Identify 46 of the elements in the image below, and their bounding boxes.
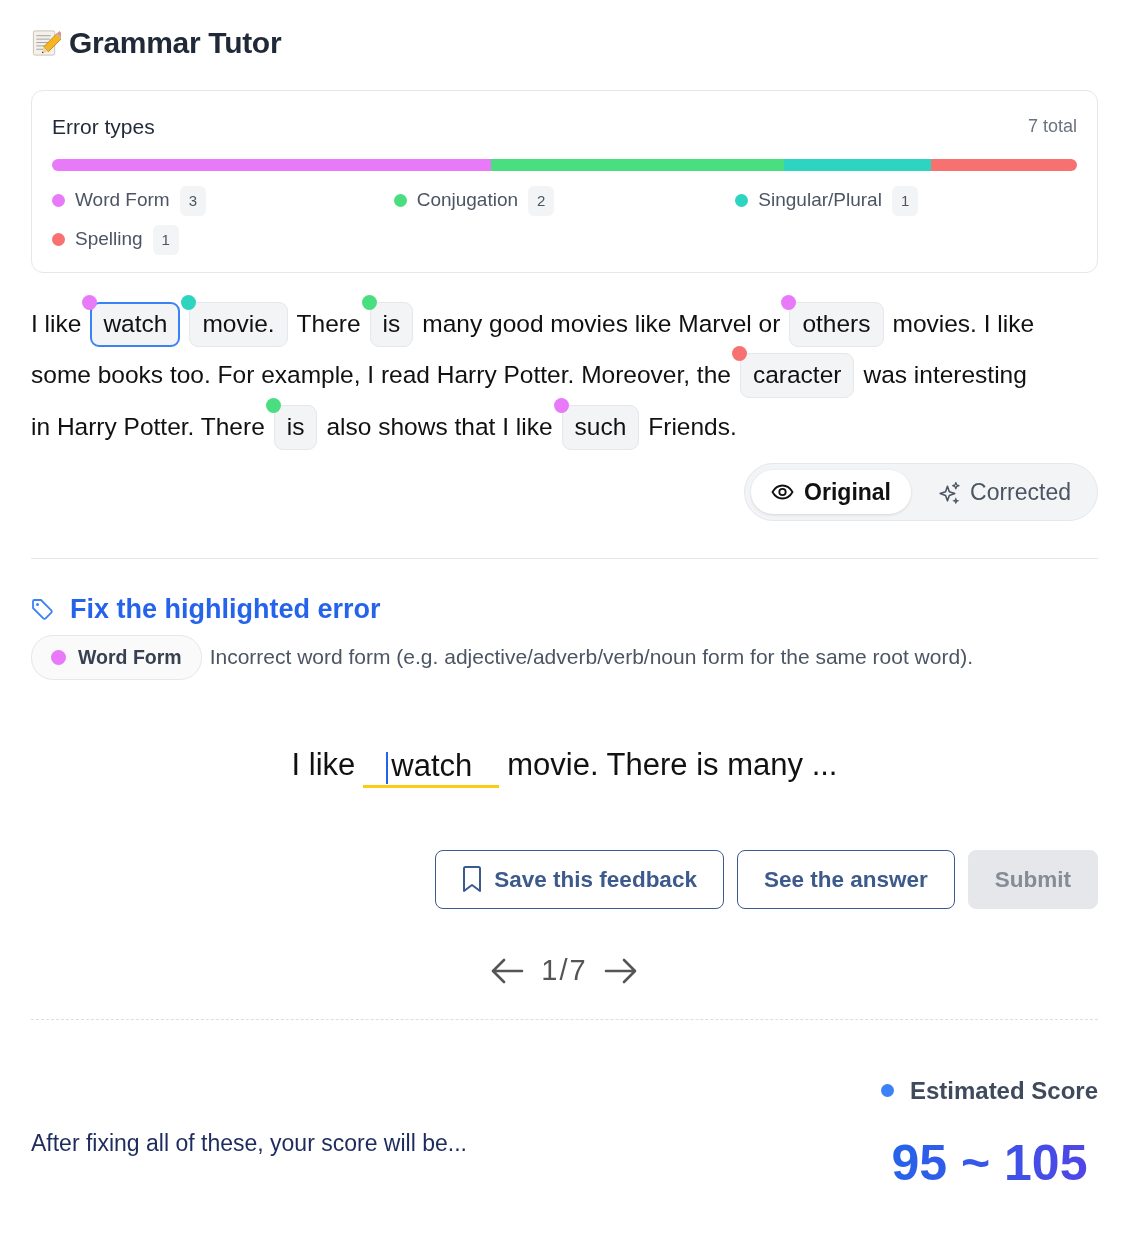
- sentence-text: I like: [291, 745, 356, 784]
- category-label: Singular/Plural: [758, 188, 882, 213]
- category-count: 3: [179, 185, 206, 216]
- score-message: After fixing all of these, your score will be...: [31, 1129, 467, 1159]
- error-word[interactable]: caracter: [739, 353, 855, 399]
- error-word[interactable]: such: [561, 404, 640, 450]
- passage-text: in Harry Potter. There: [31, 411, 265, 442]
- error-word[interactable]: is: [273, 404, 318, 450]
- category-count: 1: [891, 185, 919, 216]
- category-label: Conjugation: [416, 188, 519, 213]
- section-heading: Fix the highlighted error: [70, 593, 381, 626]
- error-word[interactable]: others: [789, 301, 884, 347]
- error-description: Incorrect word form (e.g. adjective/adverb/verb/noun form for the same root word).: [209, 644, 973, 671]
- category-label: Spelling: [75, 227, 143, 252]
- tag-icon: [31, 597, 54, 621]
- passage-text: some books too. For example, I read Harry Potter. Moreover, the: [31, 360, 731, 391]
- total-count: 7 total: [1027, 115, 1077, 139]
- memo-pencil-icon: [31, 28, 61, 58]
- passage-text: Friends.: [648, 411, 737, 442]
- page-indicator: 1/7: [541, 953, 588, 989]
- passage-text: I like: [31, 308, 82, 339]
- category-count: 1: [152, 224, 179, 255]
- score-dot-icon: [880, 1084, 894, 1098]
- passage-text: also shows that I like: [326, 411, 553, 442]
- save-feedback-button[interactable]: Save this feedback: [435, 850, 724, 910]
- passage-text: many good movies like Marvel or: [422, 308, 781, 339]
- card-title: Error types: [52, 114, 155, 140]
- arrow-right-icon[interactable]: [603, 958, 638, 985]
- view-tab[interactable]: Original: [751, 470, 911, 515]
- sparkle-icon: [937, 480, 960, 504]
- passage-text: movies. I like: [892, 308, 1035, 339]
- passage-text: was interesting: [863, 360, 1027, 391]
- category-count: 2: [528, 185, 555, 216]
- see-answer-button[interactable]: See the answer: [736, 850, 955, 910]
- sentence-text: movie. There is many ...: [507, 745, 838, 784]
- category-label: Word Form: [75, 188, 170, 213]
- error-word[interactable]: movie.: [189, 301, 288, 347]
- passage-text: There: [296, 308, 361, 339]
- view-tab[interactable]: Corrected: [917, 470, 1091, 515]
- bookmark-icon: [462, 866, 483, 894]
- score-label: Estimated Score: [909, 1075, 1098, 1106]
- app-title: Grammar Tutor: [69, 25, 282, 61]
- category-label: Word Form: [78, 644, 182, 670]
- arrow-left-icon[interactable]: [491, 958, 526, 985]
- error-word[interactable]: watch: [90, 301, 181, 347]
- error-word[interactable]: is: [369, 301, 414, 347]
